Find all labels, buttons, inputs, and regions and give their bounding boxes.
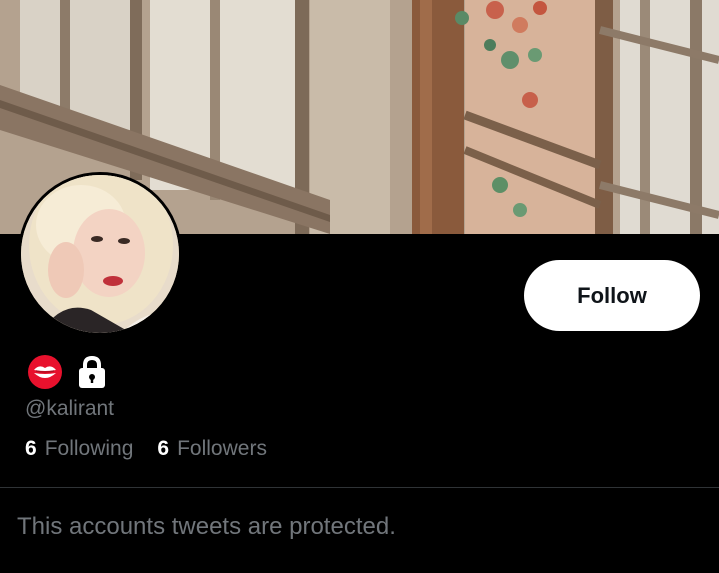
followers-count: 6 <box>157 437 170 460</box>
profile-stats: 6 Following 6 Followers <box>25 437 267 461</box>
following-link[interactable]: 6 Following <box>25 437 133 461</box>
followers-link[interactable]: 6 Followers <box>157 437 267 461</box>
follow-button[interactable]: Follow <box>524 260 700 331</box>
followers-label: Followers <box>177 437 267 460</box>
following-label: Following <box>44 437 134 460</box>
kiss-mark-icon <box>26 354 64 395</box>
avatar[interactable] <box>18 172 182 336</box>
protected-message: This accounts tweets are protected. <box>17 513 396 540</box>
following-count: 6 <box>25 437 37 460</box>
avatar-image <box>21 175 179 333</box>
divider <box>0 487 719 488</box>
profile-handle: @kalirant <box>25 397 115 420</box>
display-name <box>26 354 108 395</box>
lock-icon <box>76 355 108 394</box>
